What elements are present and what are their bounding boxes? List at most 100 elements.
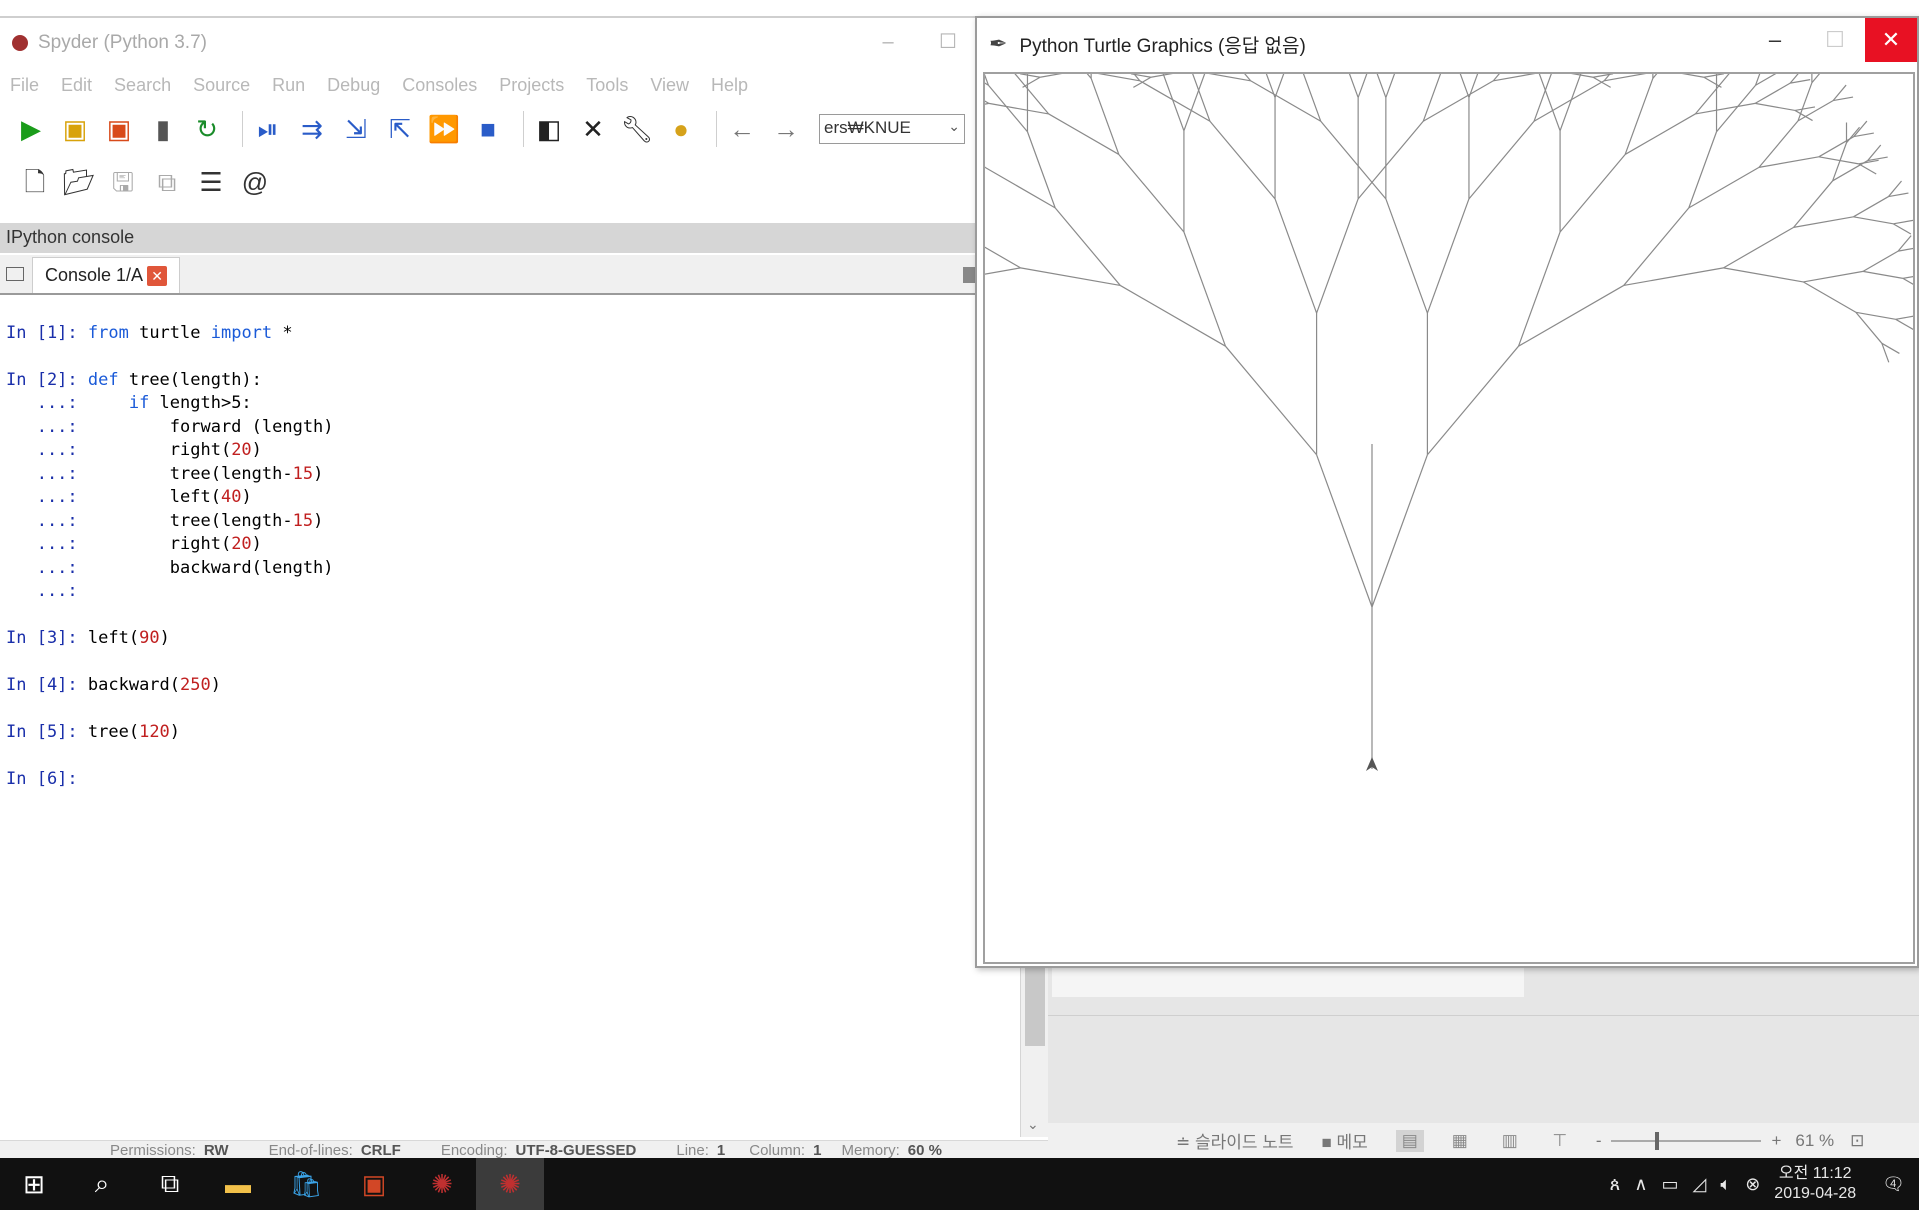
zoom-slider[interactable] [1611,1131,1762,1150]
spyder-taskbar-icon[interactable]: ✺ [408,1158,476,1210]
python-turtle-taskbar-icon[interactable]: ✺ [476,1158,544,1210]
volume-icon[interactable]: 🔈︎ [1720,1174,1731,1195]
console-input-line[interactable]: In [6]: [6,768,1015,792]
wifi-icon[interactable]: ◿ [1693,1174,1707,1195]
file-toolbar: 🗋 📂︎ 🖫 ⧉ ☰ @ [0,156,975,208]
zoom-slider-knob[interactable] [1655,1131,1660,1150]
zoom-level[interactable]: 61 % [1795,1131,1834,1151]
at-icon[interactable]: @ [238,165,272,199]
reading-view-icon[interactable]: ▥ [1496,1130,1524,1152]
console-scrollbar[interactable]: ⌄ [1020,962,1048,1137]
outline-list-icon[interactable]: ☰ [194,165,228,199]
maximize-icon[interactable]: ☐ [928,26,968,58]
run-icon[interactable]: ▶ [14,112,48,146]
menu-debug[interactable]: Debug [327,75,380,96]
save-icon[interactable]: 🖫 [106,165,140,199]
powerpoint-icon[interactable]: ▣ [340,1158,408,1210]
task-view-icon[interactable]: ⧉ [136,1158,204,1210]
tree-branch [1811,66,1826,84]
working-directory-input[interactable]: ers₩KNUE ⌄ [819,114,965,144]
zoom-out-button[interactable]: - [1596,1131,1602,1151]
tree-branch [1754,82,1791,104]
close-icon[interactable]: ✕ [147,265,168,286]
fit-window-icon[interactable]: ⊡ [1850,1131,1864,1151]
fullscreen-icon[interactable]: ✕ [576,112,610,146]
close-icon[interactable]: ✕ [1865,18,1917,62]
maximize-pane-icon[interactable]: ◧ [532,112,566,146]
run-selection-icon[interactable]: ▮ [146,112,180,146]
tree-branch [1020,267,1121,287]
menu-projects[interactable]: Projects [499,75,564,96]
menu-run[interactable]: Run [272,75,305,96]
spyder-statusbar: Permissions: RW End-of-lines: CRLF Encod… [0,1140,1048,1160]
ipython-console[interactable]: In [1]: from turtle import * In [2]: def… [0,298,1015,1128]
menu-tools[interactable]: Tools [586,75,628,96]
step-icon[interactable]: ⇉ [295,112,329,146]
minimize-icon[interactable]: – [868,26,908,58]
minimize-icon[interactable]: – [1749,18,1801,62]
run-cell-icon[interactable]: ▣ [58,112,92,146]
run-cell-advance-icon[interactable]: ▣ [102,112,136,146]
new-file-icon[interactable]: 🗋 [18,165,52,199]
back-arrow-icon[interactable]: ← [725,112,759,146]
menu-help[interactable]: Help [711,75,748,96]
maximize-icon[interactable]: ☐ [1809,18,1861,62]
chevron-down-icon[interactable]: ⌄ [948,118,960,135]
status-line-label: Line: [676,1142,709,1159]
powerpoint-slide-area[interactable] [1052,965,1524,997]
turtle-titlebar: ✒ Python Turtle Graphics (응답 없음) – ☐ ✕ [977,18,1917,70]
tab-console-1a[interactable]: Console 1/A ✕ [32,257,181,293]
scroll-down-icon[interactable]: ⌄ [1027,1116,1039,1133]
menu-consoles[interactable]: Consoles [402,75,477,96]
scrollbar-thumb[interactable] [1025,962,1045,1046]
spyder-title: Spyder (Python 3.7) [38,32,207,53]
open-folder-icon[interactable]: 📂︎ [62,165,96,199]
powerpoint-statusbar: ≐ 슬라이드 노트 ■ 메모 ▤ ▦ ▥ ⊤ - + 61 % ⊡ [1048,1123,1919,1158]
menu-view[interactable]: View [650,75,689,96]
console-line: In [4]: backward(250) [6,675,221,695]
step-into-icon[interactable]: ⇲ [339,112,373,146]
slideshow-view-icon[interactable]: ⊤ [1546,1130,1574,1152]
tree-branch [1426,198,1470,314]
slide-sorter-view-icon[interactable]: ▦ [1446,1130,1474,1152]
tree-branch [1688,131,1718,209]
debug-icon[interactable]: ⏯ [251,112,285,146]
menu-search[interactable]: Search [114,75,171,96]
store-icon[interactable]: 🛍︎ [272,1158,340,1210]
search-icon[interactable]: ⌕ [68,1158,136,1210]
clock[interactable]: 오전 11:12 2019-04-28 [1774,1164,1856,1204]
chevron-up-icon[interactable]: ∧ [1634,1174,1647,1195]
rerun-icon[interactable]: ↻ [190,112,224,146]
normal-view-icon[interactable]: ▤ [1395,1129,1424,1152]
windows-start-icon[interactable]: ⊞ [0,1158,68,1210]
tree-branch [1803,270,1864,283]
people-icon[interactable]: ጰ [1610,1174,1621,1195]
browse-tabs-icon[interactable] [6,267,24,281]
tree-branch [1846,126,1860,144]
comments-button[interactable]: ■ 메모 [1322,1128,1368,1153]
tree-branch [1797,100,1834,122]
python-path-icon[interactable]: ● [664,112,698,146]
slide-notes-button[interactable]: ≐ 슬라이드 노트 [1176,1128,1294,1153]
turtle-graphics-window: ✒ Python Turtle Graphics (응답 없음) – ☐ ✕ [821,0,1919,968]
tab-options-icon[interactable] [963,267,975,283]
notification-icon[interactable]: 🗨︎ 4 [1882,1174,1905,1195]
menu-source[interactable]: Source [193,75,250,96]
step-return-icon[interactable]: ⇱ [383,112,417,146]
zoom-in-button[interactable]: + [1771,1131,1781,1151]
battery-icon[interactable]: ▭ [1662,1174,1679,1195]
file-explorer-icon[interactable]: ▬ [204,1158,272,1210]
menu-edit[interactable]: Edit [61,75,92,96]
preferences-wrench-icon[interactable]: 🔧︎ [620,112,654,146]
save-all-icon[interactable]: ⧉ [150,165,184,199]
stop-icon[interactable]: ■ [471,112,505,146]
spyder-titlebar: Spyder (Python 3.7) – ☐ [0,18,975,68]
menu-file[interactable]: File [10,75,39,96]
language-icon[interactable]: ⊗ [1745,1174,1760,1195]
fractal-tree-drawing [821,0,1919,771]
tree-branch [1440,21,1470,98]
turtle-canvas[interactable] [821,0,1919,964]
continue-icon[interactable]: ⏩ [427,112,461,146]
forward-arrow-icon[interactable]: → [769,112,803,146]
tree-branch [1250,80,1322,122]
